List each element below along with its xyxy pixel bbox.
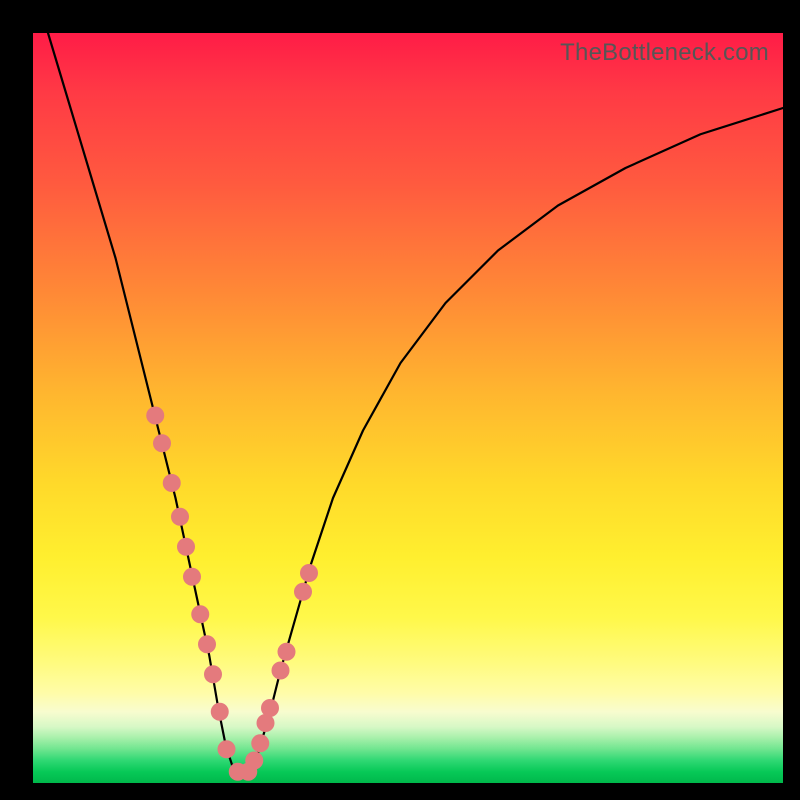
marker-dot [218,740,236,758]
marker-dot [177,538,195,556]
resolution-markers [146,407,318,781]
marker-dot [153,434,171,452]
marker-dot [294,583,312,601]
bottleneck-curve [48,33,783,776]
marker-dot [163,474,181,492]
marker-dot [272,662,290,680]
marker-dot [183,568,201,586]
chart-svg [33,33,783,783]
marker-dot [146,407,164,425]
marker-dot [278,643,296,661]
marker-dot [198,635,216,653]
marker-dot [191,605,209,623]
marker-dot [251,734,269,752]
marker-dot [245,752,263,770]
marker-dot [211,703,229,721]
marker-dot [261,699,279,717]
marker-dot [204,665,222,683]
plot-area: TheBottleneck.com [33,33,783,783]
marker-dot [171,508,189,526]
chart-frame: TheBottleneck.com [0,0,800,800]
marker-dot [300,564,318,582]
